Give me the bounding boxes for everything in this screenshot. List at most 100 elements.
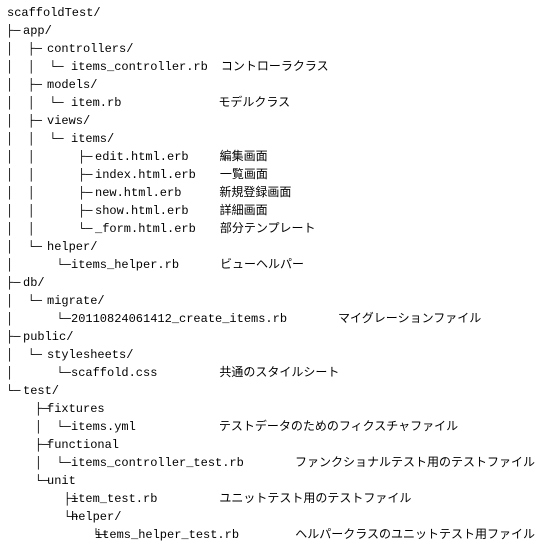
tree-guides: │ │ ├─ xyxy=(6,202,94,220)
tree-node-description: 一覧画面 xyxy=(220,166,268,184)
tree-row: ├─fixtures xyxy=(6,400,535,418)
tree-node-name: 20110824061412_create_items.rb xyxy=(70,310,287,328)
tree-guides: ├─ xyxy=(6,274,22,292)
tree-row: └─items_helper_test.rbヘルパークラスのユニットテスト用ファ… xyxy=(6,526,535,544)
directory-tree: scaffoldTest/├─app/│ ├─controllers/│ │ └… xyxy=(6,4,535,544)
tree-node-name: helper/ xyxy=(70,508,121,526)
tree-row: │ ├─views/ xyxy=(6,112,535,130)
tree-row: ├─item_test.rbユニットテスト用のテストファイル xyxy=(6,490,535,508)
tree-node-name: show.html.erb xyxy=(94,202,189,220)
tree-row: │ ├─controllers/ xyxy=(6,40,535,58)
tree-node-description: 共通のスタイルシート xyxy=(219,364,339,382)
tree-node-description: 詳細画面 xyxy=(220,202,268,220)
tree-guides: └─ xyxy=(6,382,22,400)
tree-guides: │ │ ├─ xyxy=(6,148,94,166)
tree-node-description: ヘルパークラスのユニットテスト用ファイル xyxy=(295,526,535,544)
tree-row: ├─db/ xyxy=(6,274,535,292)
tree-guides: │ │ └─ xyxy=(6,58,70,76)
tree-node-name: scaffoldTest/ xyxy=(6,4,101,22)
tree-node-name: items_controller.rb xyxy=(70,58,208,76)
tree-row: │ │ ├─edit.html.erb 編集画面 xyxy=(6,148,535,166)
tree-node-description: ユニットテスト用のテストファイル xyxy=(219,490,411,508)
tree-guides: │ └─ xyxy=(6,364,70,382)
tree-guides: ├─ xyxy=(6,328,22,346)
tree-node-name: public/ xyxy=(22,328,73,346)
tree-node-name: app/ xyxy=(22,22,52,40)
tree-row: scaffoldTest/ xyxy=(6,4,535,22)
tree-row: │ │ └─item.rb モデルクラス xyxy=(6,94,535,112)
tree-node-name: migrate/ xyxy=(46,292,105,310)
tree-row: │ └─helper/ xyxy=(6,238,535,256)
tree-guides: │ │ ├─ xyxy=(6,166,94,184)
tree-guides: ├─ xyxy=(6,400,46,418)
tree-row: │ └─migrate/ xyxy=(6,292,535,310)
tree-node-name: index.html.erb xyxy=(94,166,196,184)
tree-node-name: models/ xyxy=(46,76,97,94)
tree-guides: │ ├─ xyxy=(6,40,46,58)
tree-row: │ ├─models/ xyxy=(6,76,535,94)
tree-node-description: ファンクショナルテスト用のテストファイル xyxy=(295,454,535,472)
tree-guides: └─ xyxy=(6,472,46,490)
tree-node-name: items.yml xyxy=(70,418,136,436)
tree-row: │ │ ├─index.html.erb 一覧画面 xyxy=(6,166,535,184)
tree-node-name: items_helper.rb xyxy=(70,256,179,274)
tree-row: │ └─items_helper.rb ビューヘルパー xyxy=(6,256,535,274)
tree-node-description: 編集画面 xyxy=(220,148,268,166)
tree-guides: │ ├─ xyxy=(6,112,46,130)
tree-guides: │ └─ xyxy=(6,238,46,256)
tree-node-name: helper/ xyxy=(46,238,97,256)
tree-row: │ │ ├─show.html.erb 詳細画面 xyxy=(6,202,535,220)
tree-guides: └─ xyxy=(6,526,94,544)
tree-node-name: edit.html.erb xyxy=(94,148,189,166)
tree-guides: │ └─ xyxy=(6,256,70,274)
tree-node-name: new.html.erb xyxy=(94,184,181,202)
tree-guides: │ │ ├─ xyxy=(6,184,94,202)
tree-row: │ └─items_controller_test.rb ファンクショナルテスト用… xyxy=(6,454,535,472)
tree-row: └─helper/ xyxy=(6,508,535,526)
tree-row: │ │ ├─new.html.erb 新規登録画面 xyxy=(6,184,535,202)
tree-guides: │ └─ xyxy=(6,310,70,328)
tree-guides: │ │ └─ xyxy=(6,94,70,112)
tree-guides: ├─ xyxy=(6,436,46,454)
tree-node-name: controllers/ xyxy=(46,40,133,58)
tree-node-name: item.rb xyxy=(70,94,121,112)
tree-node-description: 部分テンプレート xyxy=(220,220,316,238)
tree-node-description: 新規登録画面 xyxy=(219,184,291,202)
tree-row: │ └─scaffold.css 共通のスタイルシート xyxy=(6,364,535,382)
tree-row: │ │ └─_form.html.erb 部分テンプレート xyxy=(6,220,535,238)
tree-guides: │ ├─ xyxy=(6,76,46,94)
tree-guides: └─ xyxy=(6,508,70,526)
tree-row: └─test/ xyxy=(6,382,535,400)
tree-row: ├─app/ xyxy=(6,22,535,40)
tree-row: │ └─items.yml テストデータのためのフィクスチャファイル xyxy=(6,418,535,436)
tree-guides: │ │ └─ xyxy=(6,130,70,148)
tree-guides: │ └─ xyxy=(6,418,70,436)
tree-node-description: マイグレーションファイル xyxy=(338,310,481,328)
tree-row: │ └─stylesheets/ xyxy=(6,346,535,364)
tree-row: ├─functional xyxy=(6,436,535,454)
tree-node-name: stylesheets/ xyxy=(46,346,133,364)
tree-guides: │ └─ xyxy=(6,346,46,364)
tree-row: │ └─20110824061412_create_items.rb マイグレーシ… xyxy=(6,310,535,328)
tree-node-description: モデルクラス xyxy=(218,94,290,112)
tree-node-description: ビューヘルパー xyxy=(220,256,304,274)
tree-row: │ │ └─items/ xyxy=(6,130,535,148)
tree-guides: │ └─ xyxy=(6,292,46,310)
tree-guides: ├─ xyxy=(6,22,22,40)
tree-row: └─unit xyxy=(6,472,535,490)
tree-node-name: items/ xyxy=(70,130,114,148)
tree-node-name: views/ xyxy=(46,112,90,130)
tree-node-name: _form.html.erb xyxy=(94,220,196,238)
tree-node-description: テストデータのためのフィクスチャファイル xyxy=(219,418,458,436)
tree-node-name: test/ xyxy=(22,382,59,400)
tree-node-name: functional xyxy=(46,436,119,454)
tree-node-name: scaffold.css xyxy=(70,364,157,382)
tree-guides: │ │ └─ xyxy=(6,220,94,238)
tree-node-name: items_controller_test.rb xyxy=(70,454,244,472)
tree-node-name: db/ xyxy=(22,274,45,292)
tree-node-name: unit xyxy=(46,472,76,490)
tree-node-name: item_test.rb xyxy=(70,490,157,508)
tree-row: ├─public/ xyxy=(6,328,535,346)
tree-node-description: コントローラクラス xyxy=(221,58,329,76)
tree-guides: │ └─ xyxy=(6,454,70,472)
